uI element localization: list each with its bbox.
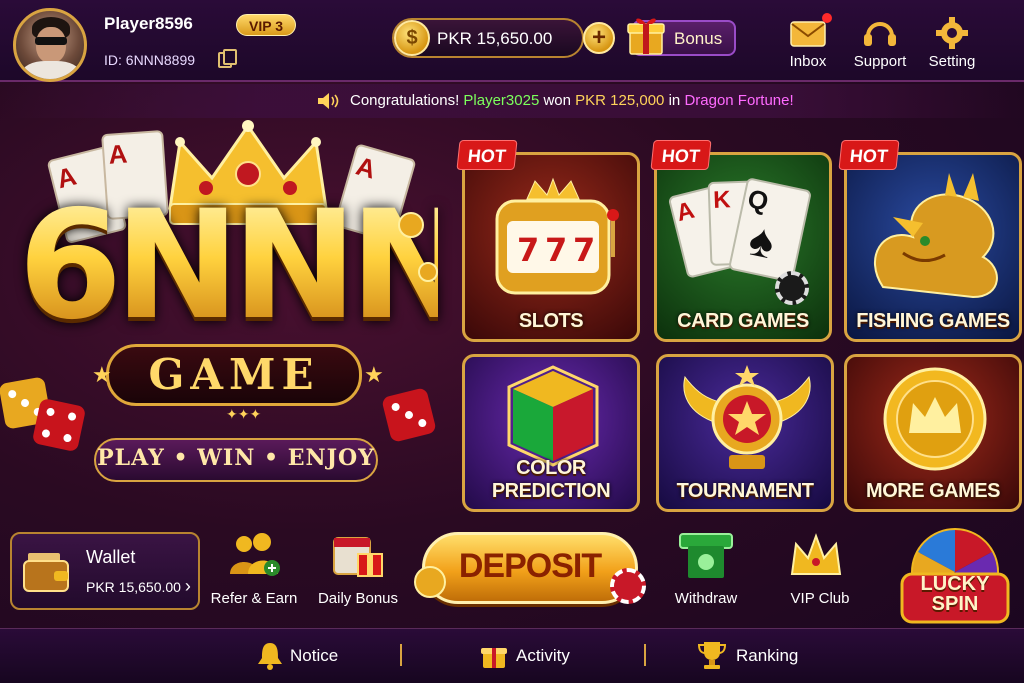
vip-club-label[interactable]: VIP Club [770, 590, 870, 607]
wallet-amount-value: PKR 15,650.00 [86, 579, 181, 595]
trophy-wings-icon [683, 365, 811, 469]
player-id: ID: 6NNN8899 [104, 52, 196, 68]
bonus-label: Bonus [674, 29, 723, 48]
bell-icon[interactable] [256, 640, 284, 670]
slogan-text: PLAY • WIN • ENJOY [97, 445, 375, 471]
dice-icon [381, 387, 437, 443]
lucky-spin-label[interactable]: LUCKY SPIN [892, 574, 1018, 614]
card-rank: K [712, 186, 731, 214]
player-name: Player8596 [104, 14, 193, 33]
wallet-amount: PKR 15,650.00 › [86, 576, 191, 597]
lucky-spin-line1: LUCKY [920, 573, 990, 595]
bottom-nav [0, 628, 1024, 683]
star-icon: ★ [364, 362, 384, 387]
gift-icon[interactable] [480, 640, 508, 670]
gear-icon[interactable] [932, 16, 972, 50]
daily-bonus-label[interactable]: Daily Bonus [308, 590, 408, 607]
hot-badge: HOT [838, 140, 900, 170]
add-funds-button[interactable]: + [583, 22, 615, 54]
card-rank: A [673, 196, 698, 228]
announce-in: in [668, 92, 681, 109]
hot-badge: HOT [650, 140, 712, 170]
slot-machine-icon: 7 7 7 [495, 177, 619, 295]
wallet-icon [23, 553, 69, 592]
avatar-sunglasses [35, 37, 67, 45]
logo-game-text: GAME [148, 350, 320, 399]
tile-label-slots: SLOTS [518, 310, 584, 332]
crown-coin-icon [883, 367, 987, 471]
announcement-text: Congratulations! Player3025 won PKR 125,… [350, 92, 794, 109]
inbox-notification-dot [822, 13, 832, 23]
withdraw-atm-icon[interactable] [678, 532, 734, 582]
svg-text:7: 7 [573, 231, 595, 269]
announce-prefix: Congratulations! [350, 92, 460, 109]
tile-label-tournament: TOURNAMENT [676, 480, 814, 502]
star-icon: ★ [92, 362, 112, 387]
inbox-label[interactable]: Inbox [768, 53, 848, 70]
headset-icon[interactable] [860, 16, 900, 50]
game-tile-fishing-games[interactable]: FISHING GAMES [844, 152, 1022, 342]
game-tile-card-games[interactable]: A K Q ♠ CARD GAMES [654, 152, 832, 342]
game-tile-more-games[interactable]: MORE GAMES [844, 354, 1022, 512]
footer-divider [644, 644, 646, 666]
player-avatar[interactable] [13, 8, 87, 82]
wallet-title: Wallet [86, 547, 136, 567]
chevron-right-icon: › [184, 576, 191, 596]
announce-player: Player3025 [463, 92, 540, 109]
game-tile-tournament[interactable]: TOURNAMENT [656, 354, 834, 512]
gold-coin [418, 262, 438, 282]
daily-bonus-icon[interactable] [330, 530, 386, 580]
activity-tab[interactable]: Activity [516, 646, 570, 666]
tile-label-color-prediction: COLOR PREDICTION [491, 457, 611, 502]
trophy-icon[interactable] [698, 640, 726, 670]
refer-people-icon[interactable] [226, 530, 282, 580]
support-label[interactable]: Support [840, 53, 920, 70]
star-icon: ✦✦✦ [226, 406, 262, 422]
ranking-tab[interactable]: Ranking [736, 646, 798, 666]
logo-6nnn: 6NNN [18, 179, 475, 353]
poker-chip [775, 271, 809, 305]
game-tile-slots[interactable]: 7 7 7 SLOTS [462, 152, 640, 342]
avatar-face [36, 27, 66, 63]
dragon-icon [873, 173, 998, 299]
card-rank: A [107, 138, 129, 170]
withdraw-label[interactable]: Withdraw [656, 590, 756, 607]
coin-icon: $ [394, 20, 430, 56]
speaker-icon [318, 93, 339, 109]
hot-badge: HOT [456, 140, 518, 170]
refer-earn-label[interactable]: Refer & Earn [204, 590, 304, 607]
envelope-icon[interactable] [788, 16, 828, 50]
spade-icon: ♠ [744, 212, 780, 269]
balance-amount: PKR 15,650.00 [437, 29, 553, 48]
poker-chip [610, 568, 646, 604]
gift-icon [627, 18, 665, 55]
announce-game: Dragon Fortune! [684, 92, 794, 109]
gold-coin [414, 566, 446, 598]
setting-label[interactable]: Setting [912, 53, 992, 70]
notice-tab[interactable]: Notice [290, 646, 338, 666]
vip-badge[interactable]: VIP 3 [236, 14, 296, 36]
svg-text:7: 7 [517, 231, 539, 269]
gold-coin [398, 212, 424, 238]
lucky-spin-line2: SPIN [931, 593, 979, 615]
tile-label-fishing-games: FISHING GAMES [856, 310, 1010, 332]
vip-crown-icon[interactable] [788, 532, 844, 582]
footer-divider [400, 644, 402, 666]
announce-won: won [543, 92, 571, 109]
announce-amount: PKR 125,000 [575, 92, 665, 109]
avatar-shirt [22, 61, 80, 79]
game-tile-color-prediction[interactable]: COLOR PREDICTION [462, 354, 640, 512]
copy-icon[interactable] [218, 49, 237, 68]
tile-label-card-games: CARD GAMES [677, 310, 809, 332]
deposit-label[interactable]: DEPOSIT [422, 547, 638, 586]
dice-icon [31, 397, 87, 453]
card-rank: Q [745, 183, 772, 217]
svg-text:7: 7 [545, 231, 567, 269]
tile-label-more-games: MORE GAMES [866, 480, 1000, 502]
